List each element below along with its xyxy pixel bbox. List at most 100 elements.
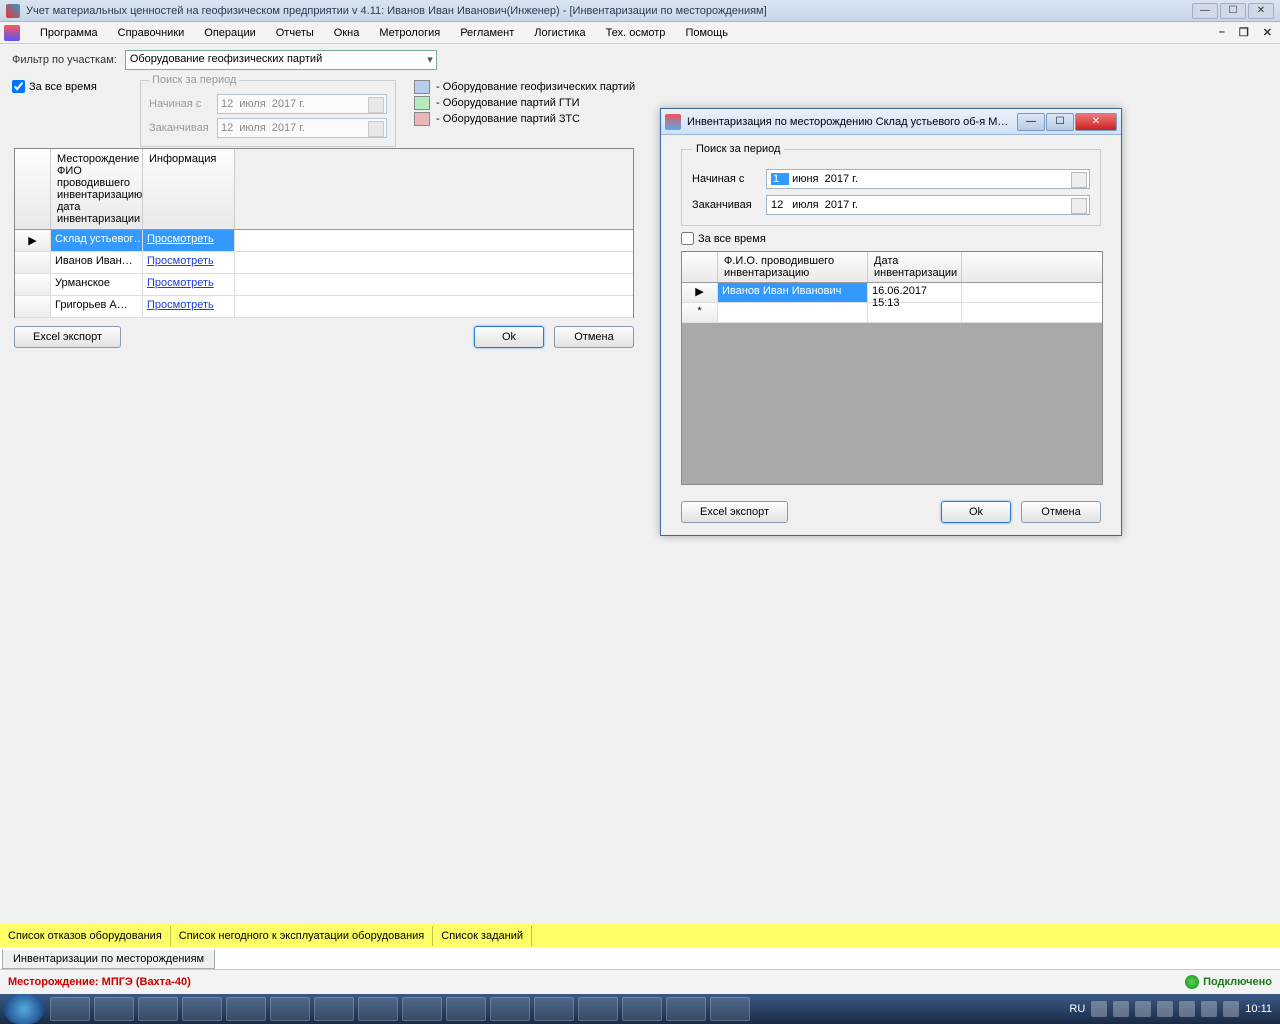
legend-label-0: - Оборудование геофизических партий	[436, 81, 635, 93]
excel-export-button[interactable]: Excel экспорт	[14, 326, 121, 348]
menu-reports[interactable]: Отчеты	[266, 24, 324, 42]
row-view-link[interactable]: Просмотреть	[143, 274, 235, 295]
period-to-month: июля	[239, 122, 266, 134]
col-info[interactable]: Информация	[143, 149, 235, 229]
dialog-to-date[interactable]: 12 июля 2017 г.	[766, 195, 1090, 215]
taskbar-item[interactable]	[226, 997, 266, 1021]
dialog-maximize[interactable]: ☐	[1046, 113, 1074, 131]
bottom-tabs: Инвентаризации по месторождениям	[0, 947, 1280, 969]
mdi-minimize[interactable]: –	[1215, 26, 1229, 39]
row-view-link[interactable]: Просмотреть	[143, 296, 235, 317]
filter-row: Фильтр по участкам: Оборудование геофизи…	[0, 44, 1280, 72]
menu-program[interactable]: Программа	[30, 24, 108, 42]
taskbar-item[interactable]	[534, 997, 574, 1021]
dialog-minimize[interactable]: —	[1017, 113, 1045, 131]
col-field[interactable]: Месторождение ФИО проводившего инвентари…	[51, 149, 143, 229]
taskbar-item[interactable]	[270, 997, 310, 1021]
alltime-checkbox[interactable]	[12, 80, 25, 93]
tray-icon[interactable]	[1091, 1001, 1107, 1017]
taskbar-item[interactable]	[666, 997, 706, 1021]
dialog-ok-button[interactable]: Ok	[941, 501, 1011, 523]
dialog-close[interactable]: ✕	[1075, 113, 1117, 131]
dialog-row-new[interactable]: *	[682, 303, 1102, 323]
tray-clock[interactable]: 10:11	[1245, 1003, 1272, 1015]
tray-volume-icon[interactable]	[1223, 1001, 1239, 1017]
yellow-tab-1[interactable]: Список негодного к эксплуатации оборудов…	[171, 926, 434, 946]
start-button[interactable]	[4, 994, 44, 1024]
menu-tech[interactable]: Тех. осмотр	[596, 24, 676, 42]
dialog-cancel-button[interactable]: Отмена	[1021, 501, 1101, 523]
system-tray[interactable]: RU 10:11	[1061, 1001, 1280, 1017]
tray-lang[interactable]: RU	[1069, 1003, 1085, 1015]
tray-icon[interactable]	[1201, 1001, 1217, 1017]
minimize-button[interactable]: —	[1192, 3, 1218, 19]
table-row[interactable]: ▶ Склад устьевог… Просмотреть	[15, 230, 633, 252]
yellow-tab-0[interactable]: Список отказов оборудования	[0, 926, 171, 946]
dialog-from-date[interactable]: 1 июня 2017 г.	[766, 169, 1090, 189]
menu-metrology[interactable]: Метрология	[369, 24, 450, 42]
cancel-button[interactable]: Отмена	[554, 326, 634, 348]
taskbar-item[interactable]	[138, 997, 178, 1021]
yellow-tab-2[interactable]: Список заданий	[433, 926, 532, 946]
dialog-title: Инвентаризация по месторождению Склад ус…	[687, 116, 1017, 128]
period-to-date[interactable]: 12 июля 2017 г.	[217, 118, 387, 138]
taskbar-item[interactable]	[622, 997, 662, 1021]
filter-combo[interactable]: Оборудование геофизических партий	[125, 50, 437, 70]
close-button[interactable]: ✕	[1248, 3, 1274, 19]
taskbar-item[interactable]	[402, 997, 442, 1021]
status-connection: Подключено	[1185, 975, 1272, 989]
menu-operations[interactable]: Операции	[194, 24, 265, 42]
row-view-link[interactable]: Просмотреть	[143, 252, 235, 273]
bottom-tab-inventory[interactable]: Инвентаризации по месторождениям	[2, 950, 215, 969]
period-legend: Поиск за период	[149, 74, 239, 86]
dialog-titlebar[interactable]: Инвентаризация по месторождению Склад ус…	[661, 109, 1121, 135]
row-view-link[interactable]: Просмотреть	[143, 230, 235, 251]
dialog-period-legend: Поиск за период	[692, 143, 784, 155]
dialog-excel-button[interactable]: Excel экспорт	[681, 501, 788, 523]
menu-reference[interactable]: Справочники	[108, 24, 195, 42]
mdi-close[interactable]: ✕	[1259, 26, 1276, 39]
menu-help[interactable]: Помощь	[675, 24, 738, 42]
dialog-body: Поиск за период Начиная с 1 июня 2017 г.…	[661, 135, 1121, 493]
taskbar-item[interactable]	[94, 997, 134, 1021]
window-title: Учет материальных ценностей на геофизиче…	[26, 5, 1192, 17]
dialog-alltime-checkbox[interactable]	[681, 232, 694, 245]
period-from-date[interactable]: 12 июля 2017 г.	[217, 94, 387, 114]
table-row[interactable]: Иванов Иван… Просмотреть	[15, 252, 633, 274]
dialog-row-date	[868, 303, 962, 322]
dialog-window-buttons: — ☐ ✕	[1017, 113, 1117, 131]
ok-button[interactable]: Ok	[474, 326, 544, 348]
dialog-col-date[interactable]: Дата инвентаризации	[868, 252, 962, 282]
menu-bar: Программа Справочники Операции Отчеты Ок…	[0, 22, 1280, 44]
taskbar-item[interactable]	[182, 997, 222, 1021]
maximize-button[interactable]: ☐	[1220, 3, 1246, 19]
menu-reglament[interactable]: Регламент	[450, 24, 524, 42]
taskbar-item[interactable]	[578, 997, 618, 1021]
period-fieldset: Поиск за период Начиная с 12 июля 2017 г…	[140, 74, 396, 147]
dialog-row-fio	[718, 303, 868, 322]
taskbar-item[interactable]	[490, 997, 530, 1021]
table-row[interactable]: Урманское Просмотреть	[15, 274, 633, 296]
tray-icon[interactable]	[1135, 1001, 1151, 1017]
taskbar[interactable]: RU 10:11	[0, 994, 1280, 1024]
main-grid[interactable]: Месторождение ФИО проводившего инвентари…	[14, 148, 634, 318]
dialog-from-month: июня	[792, 173, 818, 185]
filter-label: Фильтр по участкам:	[12, 54, 117, 66]
tray-icon[interactable]	[1179, 1001, 1195, 1017]
taskbar-item[interactable]	[710, 997, 750, 1021]
tray-icon[interactable]	[1157, 1001, 1173, 1017]
mdi-restore[interactable]: ❐	[1235, 26, 1253, 39]
table-row[interactable]: Григорьев А… Просмотреть	[15, 296, 633, 318]
tray-icon[interactable]	[1113, 1001, 1129, 1017]
inventory-dialog: Инвентаризация по месторождению Склад ус…	[660, 108, 1122, 536]
taskbar-item[interactable]	[50, 997, 90, 1021]
taskbar-item[interactable]	[314, 997, 354, 1021]
menu-windows[interactable]: Окна	[324, 24, 370, 42]
dialog-grid[interactable]: Ф.И.О. проводившего инвентаризацию Дата …	[681, 251, 1103, 485]
taskbar-item[interactable]	[446, 997, 486, 1021]
dialog-row[interactable]: ▶ Иванов Иван Иванович 16.06.2017 15:13	[682, 283, 1102, 303]
dialog-col-fio[interactable]: Ф.И.О. проводившего инвентаризацию	[718, 252, 868, 282]
menu-logistics[interactable]: Логистика	[524, 24, 595, 42]
taskbar-item[interactable]	[358, 997, 398, 1021]
legend-swatch-2	[414, 112, 430, 126]
